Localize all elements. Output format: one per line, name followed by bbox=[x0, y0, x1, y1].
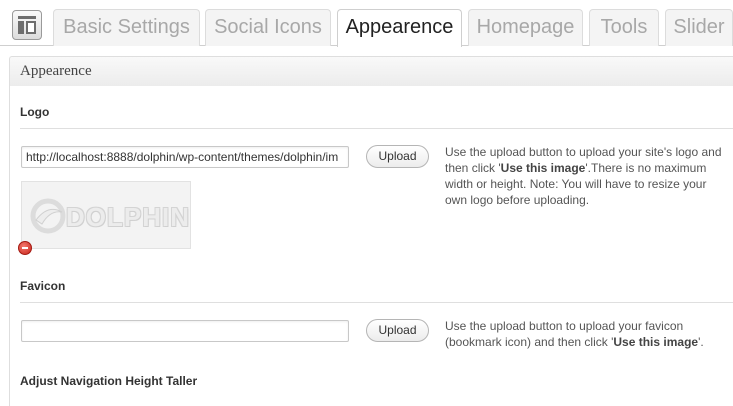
settings-tab-bar: Basic Settings Social Icons Appearence H… bbox=[0, 0, 733, 47]
settings-screen-icon bbox=[12, 10, 42, 40]
logo-preview-text: DOLPHIN bbox=[66, 202, 190, 232]
divider bbox=[20, 302, 733, 303]
tab-basic-settings[interactable]: Basic Settings bbox=[53, 9, 200, 46]
logo-description: Use the upload button to upload your sit… bbox=[445, 145, 722, 207]
divider bbox=[20, 128, 733, 129]
logo-upload-button[interactable]: Upload bbox=[366, 145, 429, 168]
tab-appearence[interactable]: Appearence bbox=[337, 9, 462, 47]
tab-homepage[interactable]: Homepage bbox=[468, 9, 583, 46]
favicon-upload-button[interactable]: Upload bbox=[366, 319, 429, 342]
logo-section-title: Logo bbox=[20, 105, 50, 119]
panel-title: Appearence bbox=[20, 63, 92, 79]
nav-height-section-title: Adjust Navigation Height Taller bbox=[20, 374, 198, 388]
logo-url-input[interactable] bbox=[21, 146, 349, 168]
tab-social-icons[interactable]: Social Icons bbox=[205, 9, 331, 46]
panel-header: Appearence bbox=[9, 56, 733, 87]
favicon-description: Use the upload button to upload your fav… bbox=[445, 319, 704, 349]
tab-slider[interactable]: Slider bbox=[665, 9, 733, 46]
logo-preview-image: DOLPHIN bbox=[21, 181, 191, 249]
favicon-url-input[interactable] bbox=[21, 320, 349, 342]
tab-tools[interactable]: Tools bbox=[589, 9, 659, 46]
favicon-section-title: Favicon bbox=[20, 279, 66, 293]
dolphin-logo-icon bbox=[30, 198, 66, 234]
remove-icon[interactable] bbox=[18, 241, 32, 255]
